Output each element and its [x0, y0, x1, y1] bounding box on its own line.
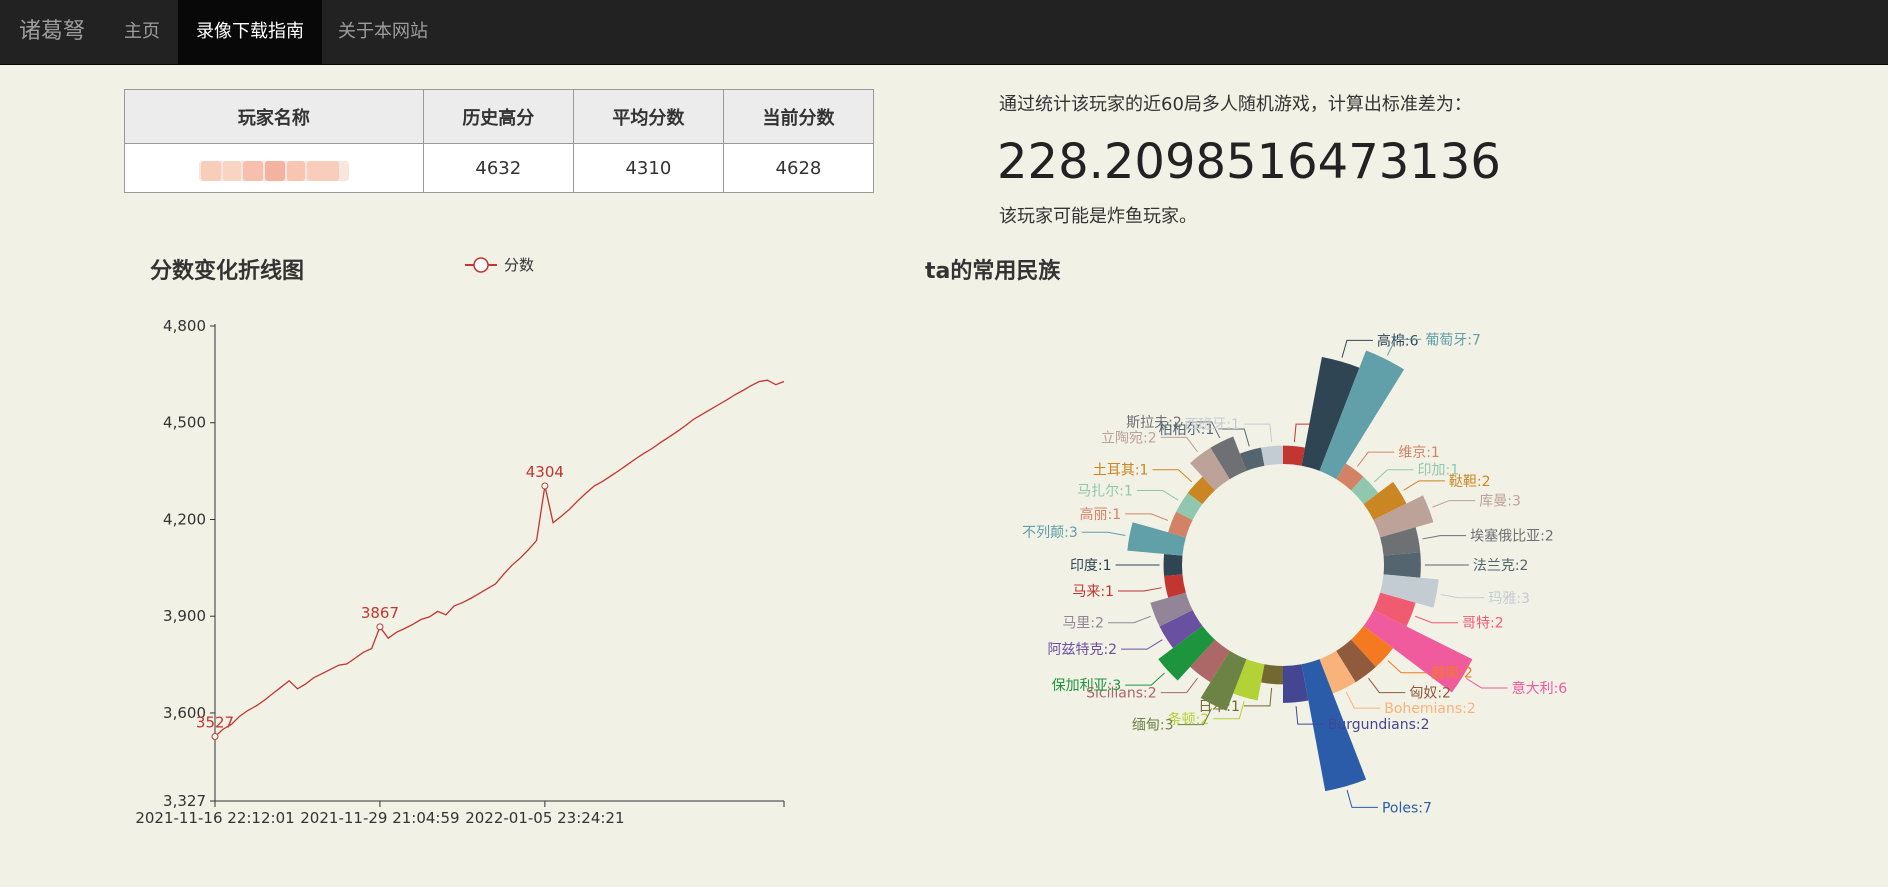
slice-label: Bohemians:2	[1384, 701, 1476, 717]
leader-line	[1415, 615, 1459, 624]
leader-line	[1136, 490, 1179, 501]
leader-line	[1432, 500, 1476, 508]
leader-line	[1243, 423, 1273, 443]
leader-line	[1117, 587, 1162, 592]
slice-label: 高丽:1	[1079, 506, 1121, 523]
slice-label: 高棉:6	[1377, 332, 1419, 349]
leader-line	[1345, 691, 1381, 709]
leader-line	[1422, 535, 1467, 540]
slice-label: 意大利:6	[1512, 680, 1568, 697]
slice-label: 库曼:3	[1479, 494, 1521, 510]
slice-label: 埃塞俄比亚:2	[1470, 528, 1554, 545]
slice-label: 缅甸:3	[1132, 718, 1174, 734]
slice-label: 印度:1	[1070, 558, 1112, 574]
leader-line	[1121, 639, 1163, 650]
leader-line	[1152, 469, 1193, 483]
slice-label: 葡萄牙:7	[1425, 332, 1481, 348]
slice-label: 西班牙:1	[1184, 417, 1240, 433]
leader-line	[1356, 451, 1395, 467]
slice-label: Poles:7	[1382, 800, 1432, 816]
slice-label: 立陶宛:2	[1101, 430, 1157, 446]
slice-label: 土耳其:1	[1093, 463, 1149, 479]
slice-label: 条顿:2	[1168, 711, 1210, 728]
slice-label: 保加利亚:3	[1052, 678, 1122, 694]
slice-label: Burgundians:2	[1328, 717, 1430, 733]
leader-line	[1373, 469, 1414, 483]
slice-label: 玛雅:3	[1488, 591, 1530, 607]
rose-slice	[1261, 445, 1283, 466]
rose-slice	[1261, 664, 1283, 685]
leader-line	[1081, 531, 1126, 537]
leader-line	[1440, 593, 1485, 599]
leader-line	[1125, 672, 1165, 686]
slice-label: 阿兹特克:2	[1047, 642, 1117, 658]
slice-label: 哥特:2	[1462, 616, 1504, 632]
leader-line	[1107, 615, 1151, 624]
slice-label: 法兰克:2	[1473, 558, 1529, 574]
slice-label: 鞑靼:2	[1449, 474, 1491, 490]
slice-label: 马来:1	[1072, 584, 1114, 600]
rose-slice	[1283, 445, 1305, 466]
slice-label: 马里:2	[1062, 616, 1104, 632]
slice-label: 维京:1	[1398, 445, 1440, 461]
leader-line	[1125, 513, 1169, 521]
rose-slice	[1163, 553, 1183, 577]
leader-line	[1160, 436, 1198, 453]
leader-line	[1160, 677, 1198, 694]
slice-label: 不列颠:3	[1022, 525, 1078, 541]
civ-rose-chart: 蒙古:1高棉:6葡萄牙:7维京:1印加:1鞑靼:2库曼:3埃塞俄比亚:2法兰克:…	[1022, 332, 1568, 816]
slice-label: 匈奴:2	[1409, 685, 1451, 702]
leader-line	[1346, 789, 1378, 808]
slice-label: 马扎尔:1	[1077, 484, 1133, 500]
leader-line	[1368, 677, 1406, 694]
rose-slice	[1383, 552, 1421, 578]
slice-label: 越南:2	[1431, 666, 1473, 682]
leader-line	[1403, 480, 1445, 491]
